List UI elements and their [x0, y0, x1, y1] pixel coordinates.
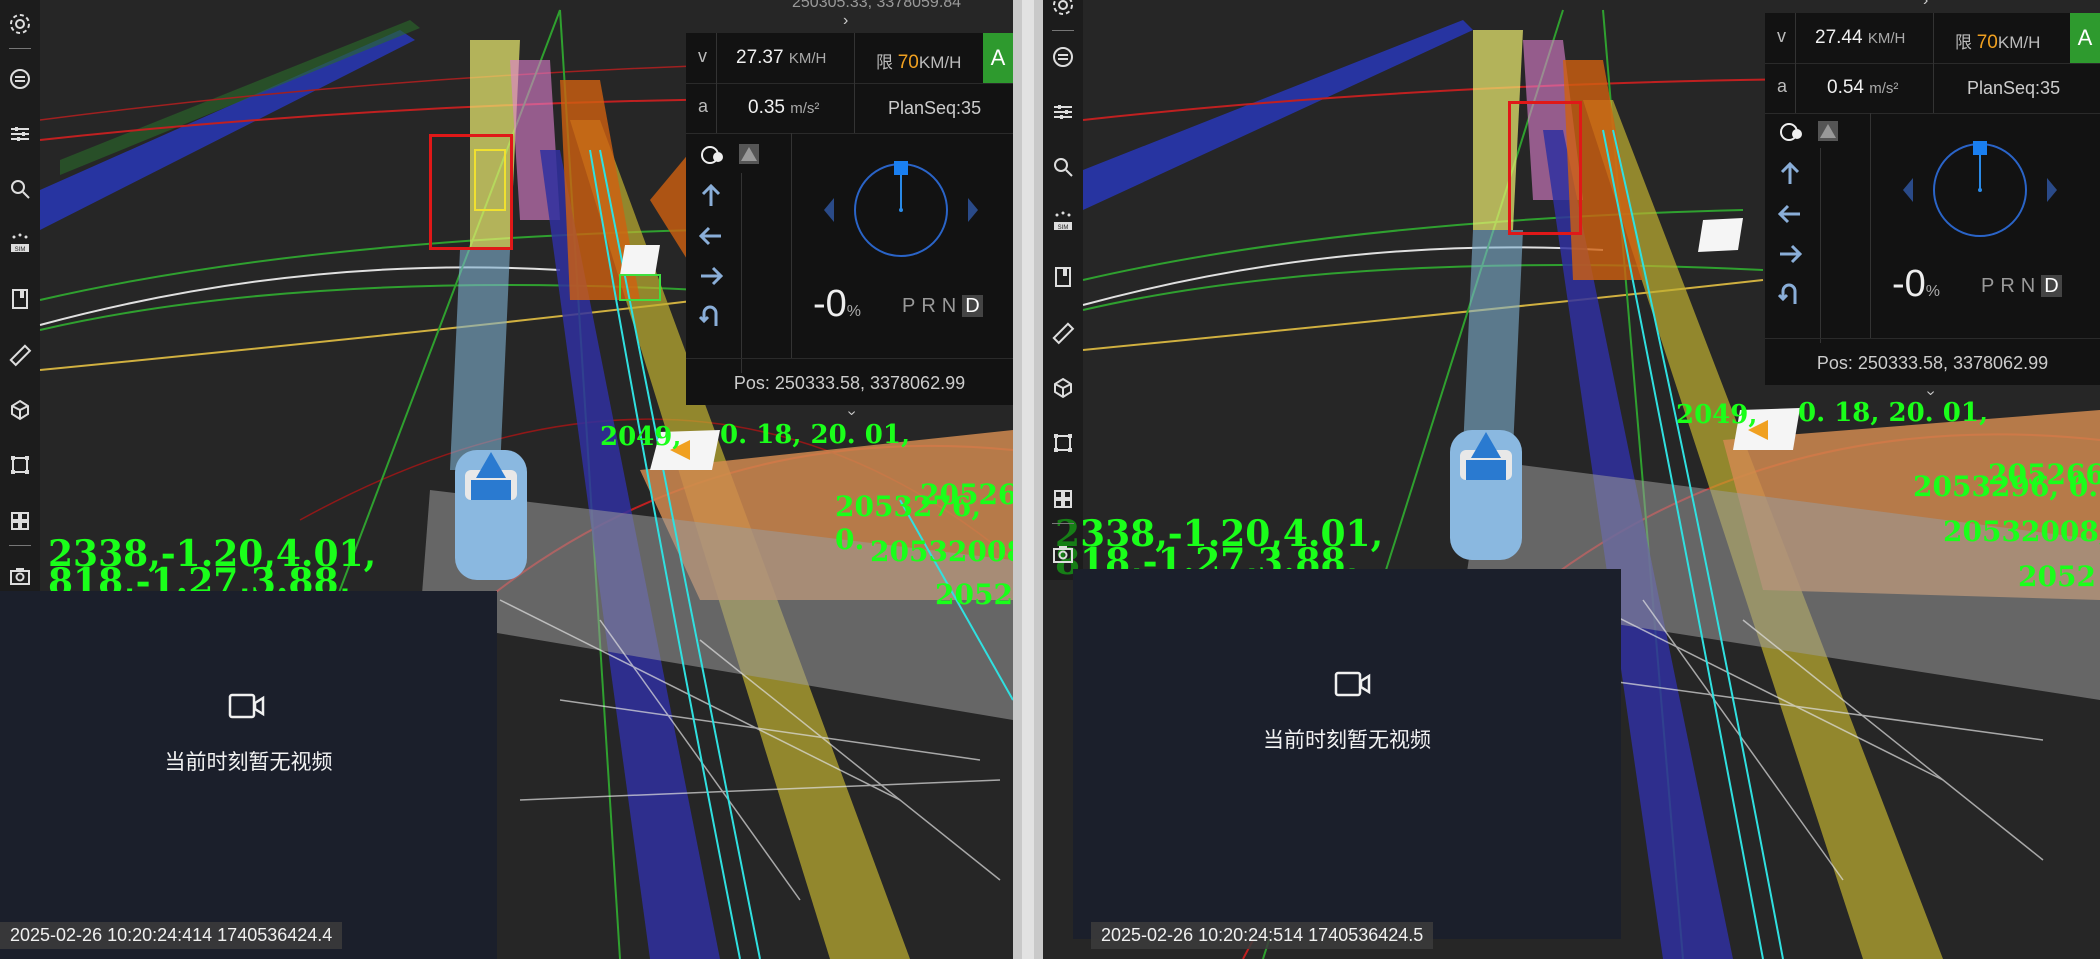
- autonomy-mode-badge: A: [2070, 13, 2100, 63]
- frame-timestamp: 2025-02-26 10:20:24:514 1740536424.5: [1091, 922, 1434, 949]
- gear-selector: PRN D: [1981, 275, 2062, 298]
- book-icon[interactable]: [1050, 264, 1076, 290]
- collapse-up-icon[interactable]: ›: [843, 12, 848, 30]
- speed-row: v 27.37 KM/H 限 70KM/H A: [686, 33, 1013, 84]
- arrow-left-icon[interactable]: [698, 223, 724, 249]
- steering-wheel-icon[interactable]: [1779, 120, 1805, 144]
- speed-label: v: [698, 46, 707, 66]
- collapse-up-icon[interactable]: ›: [1923, 0, 1928, 10]
- speed-limit: 限 70KM/H: [1955, 32, 2041, 53]
- object-label-6: 2052: [2018, 560, 2096, 593]
- camera-icon[interactable]: [7, 563, 33, 589]
- speed-limit: 限 70KM/H: [876, 52, 962, 73]
- steering-wheel-icon[interactable]: [700, 143, 726, 167]
- accel-row: a 0.54 m/s² PlanSeq:35: [1765, 63, 2100, 114]
- no-video-message: 当前时刻暂无视频: [164, 750, 333, 774]
- object-label-7: 2049,: [600, 422, 682, 452]
- u-turn-icon[interactable]: [698, 303, 724, 329]
- video-panel: 当前时刻暂无视频: [0, 591, 497, 959]
- highlight-box: [1508, 101, 1582, 235]
- heading-compass: [824, 161, 978, 257]
- svg-text:SIM: SIM: [15, 247, 26, 253]
- no-video-message: 当前时刻暂无视频: [1263, 728, 1431, 752]
- ruler-icon[interactable]: [1050, 320, 1076, 346]
- throttle-percent: -0%: [1892, 263, 1941, 305]
- throttle-percent: -0%: [813, 283, 862, 325]
- position-readout: Pos: 250333.58, 3378062.99: [733, 373, 966, 393]
- gear-icon[interactable]: [7, 11, 33, 37]
- u-turn-icon[interactable]: [1777, 281, 1803, 307]
- ego-vehicle: [1450, 430, 1522, 560]
- plan-sequence: PlanSeq:35: [1967, 78, 2061, 98]
- gear-selector: PRN D: [902, 295, 983, 318]
- speed-row: v 27.44 KM/H 限 70KM/H A: [1765, 13, 2100, 64]
- autonomy-mode-badge: A: [983, 33, 1013, 83]
- accel-value: 0.35 m/s²: [748, 97, 820, 118]
- search-icon[interactable]: [1050, 154, 1076, 180]
- grid-icon[interactable]: [7, 508, 33, 534]
- expand-down-icon[interactable]: ›: [1922, 390, 1940, 395]
- heading-compass: [1903, 141, 2057, 237]
- warning-icon[interactable]: [738, 143, 760, 165]
- active-gear: D: [2041, 275, 2062, 297]
- object-label-4: 2053296, 0.: [1913, 470, 2099, 503]
- book-icon[interactable]: [7, 286, 33, 312]
- object-label-overlay: 2338,-1.20,4.01, 818,-1.27,3.88,: [48, 536, 376, 600]
- svg-text:SIM: SIM: [1058, 225, 1069, 231]
- vehicle-status-panel: v 27.44 KM/H 限 70KM/H A a 0.54 m/s² Plan…: [1765, 13, 2100, 385]
- active-gear: D: [962, 295, 983, 317]
- camera-icon[interactable]: [1050, 541, 1076, 567]
- right-visualization-pane[interactable]: 2338,-1.20,4.01, 818,-1.27,3.88, 2052665…: [1043, 0, 2100, 959]
- speed-value: 27.44 KM/H: [1815, 27, 1906, 48]
- accel-label: a: [698, 96, 709, 116]
- arrow-right-icon[interactable]: [698, 263, 724, 289]
- position-readout: Pos: 250333.58, 3378062.99: [1816, 353, 2049, 373]
- sim-icon[interactable]: SIM: [7, 230, 33, 256]
- plan-sequence: PlanSeq:35: [888, 98, 982, 118]
- top-coordinate: 250305.33, 3378059.84: [792, 0, 962, 11]
- left-visualization-pane[interactable]: 2338,-1.20,4.01, 818,-1.27,3.88, 2052668…: [0, 0, 1013, 959]
- tool-sidebar: SIM: [0, 0, 40, 600]
- video-camera-icon: [1334, 671, 1371, 697]
- list-icon[interactable]: [1050, 44, 1076, 70]
- bounding-box-icon[interactable]: [1050, 430, 1076, 456]
- sliders-icon[interactable]: [7, 121, 33, 147]
- speed-label: v: [1777, 26, 1786, 46]
- object-label-5: 20532008,: [1943, 515, 2100, 548]
- grid-icon[interactable]: [1050, 486, 1076, 512]
- gear-icon[interactable]: [1050, 0, 1076, 18]
- cube-icon[interactable]: [7, 397, 33, 423]
- frame-timestamp: 2025-02-26 10:20:24:414 1740536424.4: [0, 922, 343, 949]
- highlight-box: [429, 134, 513, 250]
- ego-vehicle: [455, 450, 527, 580]
- speed-value: 27.37 KM/H: [736, 47, 827, 68]
- object-label-8: 0. 18, 20. 01,: [720, 420, 910, 450]
- expand-down-icon[interactable]: ›: [843, 410, 861, 415]
- video-panel: 当前时刻暂无视频: [1073, 569, 1621, 939]
- video-camera-icon: [228, 693, 265, 719]
- accel-value: 0.54 m/s²: [1827, 77, 1899, 98]
- sim-icon[interactable]: SIM: [1050, 208, 1076, 234]
- accel-label: a: [1777, 76, 1788, 96]
- warning-icon[interactable]: [1817, 120, 1839, 142]
- sliders-icon[interactable]: [1050, 99, 1076, 125]
- object-label-6: 2052: [935, 578, 1013, 611]
- tool-sidebar: SIM: [1043, 0, 1083, 580]
- search-icon[interactable]: [7, 176, 33, 202]
- object-label-5: 20532008,: [870, 535, 1013, 568]
- ruler-icon[interactable]: [7, 342, 33, 368]
- arrow-left-icon[interactable]: [1777, 201, 1803, 227]
- list-icon[interactable]: [7, 66, 33, 92]
- arrow-up-icon[interactable]: [1777, 161, 1803, 187]
- arrow-right-icon[interactable]: [1777, 241, 1803, 267]
- accel-row: a 0.35 m/s² PlanSeq:35: [686, 83, 1013, 134]
- pane-divider[interactable]: [1013, 0, 1043, 959]
- object-label-8: 0. 18, 20. 01,: [1798, 398, 1988, 428]
- object-label-overlay: 2338,-1.20,4.01, 818,-1.27,3.88,: [1055, 516, 1383, 580]
- vehicle-status-panel: v 27.37 KM/H 限 70KM/H A a 0.35 m/s² Plan…: [686, 33, 1013, 405]
- arrow-up-icon[interactable]: [698, 183, 724, 209]
- object-label-7: 2049,: [1676, 400, 1758, 430]
- cube-icon[interactable]: [1050, 375, 1076, 401]
- bounding-box-icon[interactable]: [7, 452, 33, 478]
